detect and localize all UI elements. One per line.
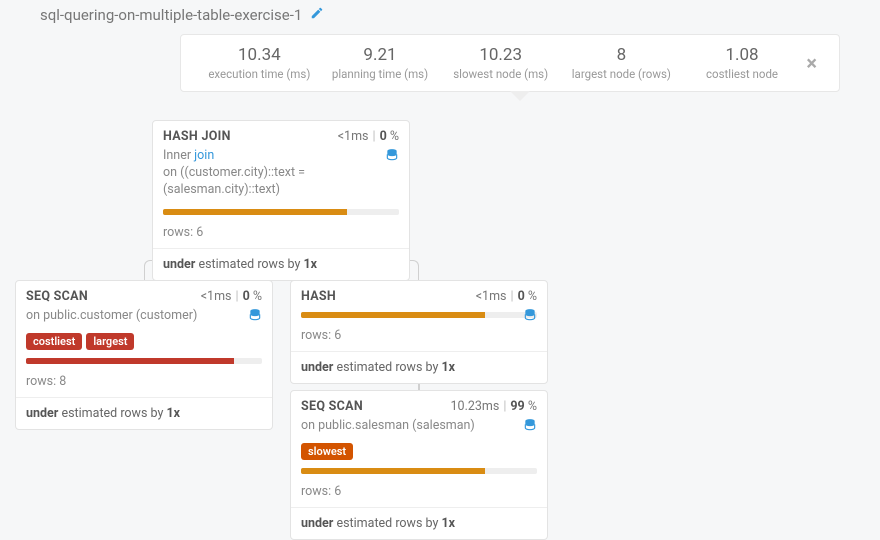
metric-value: 8 <box>561 45 682 65</box>
badge-largest: largest <box>86 333 134 350</box>
node-estimate: under estimated rows by 1x <box>16 397 272 429</box>
node-rows: rows: 6 <box>153 221 409 248</box>
node-time: 10.23ms|99 % <box>451 399 537 414</box>
plan-node-seq-scan-salesman[interactable]: SEQ SCAN 10.23ms|99 % on public.salesman… <box>290 390 548 540</box>
metric-value: 9.21 <box>320 45 441 65</box>
node-time: <1ms|0 % <box>476 289 537 304</box>
page-title: sql-quering-on-multiple-table-exercise-1 <box>40 6 302 24</box>
node-detail: Inner join on ((customer.city)::text = (… <box>153 144 409 207</box>
node-detail <box>291 304 547 316</box>
database-icon[interactable] <box>523 308 537 328</box>
node-rows: rows: 6 <box>291 480 547 507</box>
close-icon[interactable]: × <box>802 51 821 75</box>
node-estimate: under estimated rows by 1x <box>291 507 547 539</box>
metric-label: planning time (ms) <box>320 67 441 81</box>
metric-planning-time: 9.21 planning time (ms) <box>320 45 441 81</box>
metrics-bar: 10.34 execution time (ms) 9.21 planning … <box>180 34 840 92</box>
node-estimate: under estimated rows by 1x <box>153 248 409 280</box>
node-title: HASH <box>301 289 336 304</box>
badge-slowest: slowest <box>301 443 353 460</box>
metric-value: 10.34 <box>199 45 320 65</box>
metric-label: execution time (ms) <box>199 67 320 81</box>
database-icon[interactable] <box>248 308 262 328</box>
plan-node-hash[interactable]: HASH <1ms|0 % rows: 6 under estimated ro… <box>290 280 548 384</box>
database-icon[interactable] <box>523 418 537 438</box>
node-estimate: under estimated rows by 1x <box>291 351 547 383</box>
metric-slowest-node: 10.23 slowest node (ms) <box>440 45 561 81</box>
node-rows: rows: 6 <box>291 324 547 351</box>
node-detail: on public.customer (customer) <box>16 304 272 333</box>
node-title: SEQ SCAN <box>301 399 363 414</box>
node-title: HASH JOIN <box>163 129 231 144</box>
metric-execution-time: 10.34 execution time (ms) <box>199 45 320 81</box>
progress-bar <box>16 356 272 370</box>
node-time: <1ms|0 % <box>338 129 399 144</box>
node-time: <1ms|0 % <box>201 289 262 304</box>
edit-icon[interactable] <box>310 6 324 24</box>
join-link[interactable]: join <box>194 148 214 163</box>
badge-costliest: costliest <box>26 333 82 350</box>
metric-label: largest node (rows) <box>561 67 682 81</box>
node-rows: rows: 8 <box>16 370 272 397</box>
metric-label: slowest node (ms) <box>440 67 561 81</box>
node-detail: on public.salesman (salesman) <box>291 414 547 443</box>
plan-node-hash-join[interactable]: HASH JOIN <1ms|0 % Inner join on ((custo… <box>152 120 410 281</box>
metric-value: 10.23 <box>440 45 561 65</box>
metric-value: 1.08 <box>682 45 803 65</box>
progress-bar <box>291 466 547 480</box>
metric-label: costliest node <box>682 67 803 81</box>
database-icon[interactable] <box>385 148 399 168</box>
plan-node-seq-scan-customer[interactable]: SEQ SCAN <1ms|0 % on public.customer (cu… <box>15 280 273 430</box>
progress-bar <box>153 207 409 221</box>
node-title: SEQ SCAN <box>26 289 88 304</box>
metric-largest-node: 8 largest node (rows) <box>561 45 682 81</box>
metric-costliest-node: 1.08 costliest node <box>682 45 803 81</box>
